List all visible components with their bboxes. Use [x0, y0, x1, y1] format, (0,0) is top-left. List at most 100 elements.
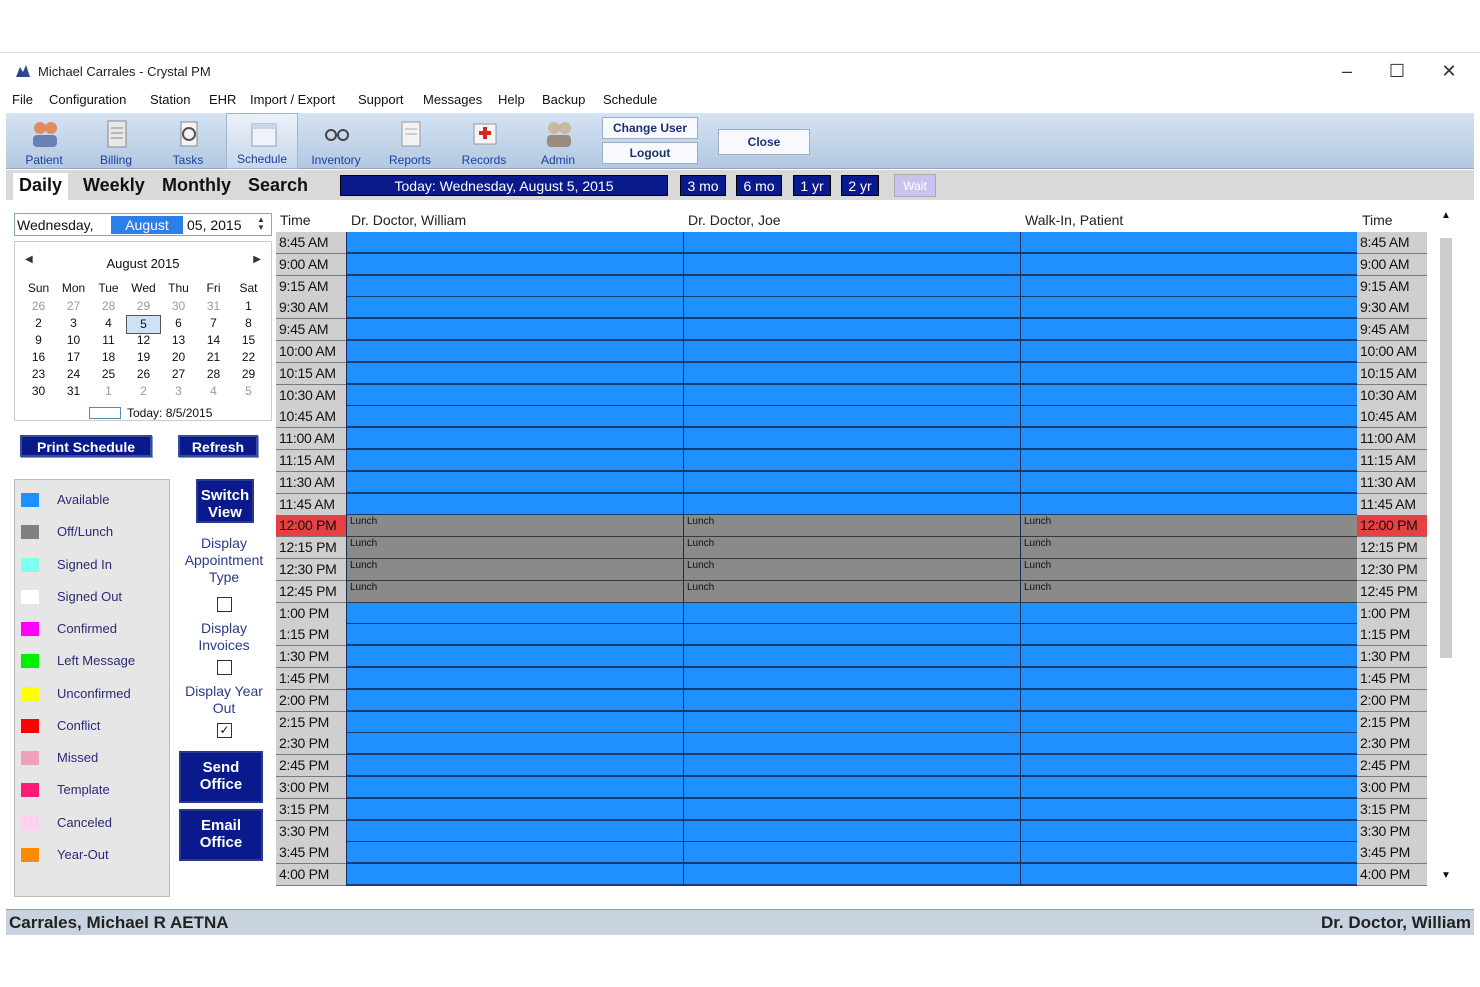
appointment-slot[interactable] — [683, 428, 1020, 451]
appointment-slot[interactable] — [1020, 646, 1357, 669]
appointment-slot[interactable] — [683, 755, 1020, 778]
appointment-slot[interactable] — [683, 297, 1020, 320]
toolbar-tasks[interactable]: Tasks — [152, 113, 224, 169]
calendar-day[interactable]: 9 — [21, 332, 56, 349]
maximize-icon[interactable]: ☐ — [1372, 57, 1422, 85]
appointment-slot[interactable] — [1020, 362, 1357, 385]
calendar-day[interactable]: 4 — [196, 383, 231, 400]
appointment-slot[interactable] — [346, 733, 683, 756]
appointment-slot[interactable] — [346, 471, 683, 494]
calendar-day[interactable]: 21 — [196, 349, 231, 366]
logout-button[interactable]: Logout — [602, 142, 698, 164]
calendar-day[interactable]: 1 — [91, 383, 126, 400]
calendar-day[interactable]: 5 — [231, 383, 266, 400]
appointment-slot[interactable] — [346, 384, 683, 407]
lunch-slot[interactable]: Lunch — [683, 559, 1020, 581]
appointment-slot[interactable] — [683, 820, 1020, 843]
appointment-slot[interactable] — [1020, 864, 1357, 887]
calendar-day[interactable]: 3 — [56, 315, 91, 332]
calendar-day[interactable]: 19 — [126, 349, 161, 366]
calendar-day[interactable]: 20 — [161, 349, 196, 366]
calendar-day[interactable]: 8 — [231, 315, 266, 332]
appointment-slot[interactable] — [1020, 755, 1357, 778]
calendar-day[interactable]: 1 — [231, 298, 266, 315]
calendar-day[interactable]: 30 — [21, 383, 56, 400]
today-label[interactable]: Today: Wednesday, August 5, 2015 — [340, 175, 668, 196]
appointment-slot[interactable] — [346, 668, 683, 690]
appointment-slot[interactable] — [1020, 668, 1357, 690]
range-3mo-button[interactable]: 3 mo — [680, 175, 726, 196]
calendar-day[interactable]: 23 — [21, 366, 56, 383]
calendar-day[interactable]: 12 — [126, 332, 161, 349]
appointment-slot[interactable] — [346, 842, 683, 865]
appointment-slot[interactable] — [683, 471, 1020, 494]
calendar-day[interactable]: 28 — [91, 298, 126, 315]
toolbar-billing[interactable]: Billing — [80, 113, 152, 169]
appointment-slot[interactable] — [1020, 820, 1357, 843]
appointment-slot[interactable] — [683, 842, 1020, 865]
calendar-day[interactable]: 30 — [161, 298, 196, 315]
calendar-day[interactable]: 18 — [91, 349, 126, 366]
appointment-slot[interactable] — [1020, 777, 1357, 799]
appointment-slot[interactable] — [1020, 253, 1357, 276]
appointment-slot[interactable] — [346, 341, 683, 363]
appointment-slot[interactable] — [683, 711, 1020, 734]
appointment-slot[interactable] — [1020, 406, 1357, 429]
appointment-slot[interactable] — [683, 798, 1020, 821]
appointment-slot[interactable] — [346, 777, 683, 799]
toolbar-reports[interactable]: Reports — [374, 113, 446, 169]
calendar-day[interactable]: 29 — [231, 366, 266, 383]
lunch-slot[interactable]: Lunch — [346, 559, 683, 581]
menu-configuration[interactable]: Configuration — [49, 92, 126, 107]
appointment-slot[interactable] — [683, 275, 1020, 298]
calendar-day[interactable]: 4 — [91, 315, 126, 332]
menu-messages[interactable]: Messages — [423, 92, 482, 107]
appointment-slot[interactable] — [346, 689, 683, 712]
calendar-day[interactable]: 26 — [126, 366, 161, 383]
wait-button[interactable]: Wait — [894, 174, 936, 197]
menu-support[interactable]: Support — [358, 92, 404, 107]
lunch-slot[interactable]: Lunch — [346, 580, 683, 603]
appointment-slot[interactable] — [683, 624, 1020, 647]
appointment-slot[interactable] — [346, 755, 683, 778]
appointment-slot[interactable] — [1020, 341, 1357, 363]
menu-backup[interactable]: Backup — [542, 92, 585, 107]
calendar-day[interactable]: 7 — [196, 315, 231, 332]
calendar-day[interactable]: 15 — [231, 332, 266, 349]
appointment-slot[interactable] — [683, 319, 1020, 342]
tab-daily[interactable]: Daily — [13, 173, 69, 201]
appointment-slot[interactable] — [346, 820, 683, 843]
refresh-button[interactable]: Refresh — [178, 435, 258, 457]
appointment-slot[interactable] — [683, 406, 1020, 429]
calendar-day[interactable]: 26 — [21, 298, 56, 315]
appointment-slot[interactable] — [1020, 319, 1357, 342]
calendar-day[interactable]: 2 — [126, 383, 161, 400]
toolbar-patient[interactable]: Patient — [8, 113, 80, 169]
appointment-slot[interactable] — [346, 297, 683, 320]
email-office-button[interactable]: Email Office — [179, 809, 263, 861]
lunch-slot[interactable]: Lunch — [1020, 559, 1357, 581]
appointment-slot[interactable] — [683, 733, 1020, 756]
lunch-slot[interactable]: Lunch — [1020, 515, 1357, 538]
send-office-button[interactable]: Send Office — [179, 751, 263, 803]
calendar-day[interactable]: 28 — [196, 366, 231, 383]
appointment-slot[interactable] — [683, 253, 1020, 276]
appointment-slot[interactable] — [346, 253, 683, 276]
appointment-slot[interactable] — [346, 493, 683, 516]
appointment-slot[interactable] — [346, 450, 683, 472]
calendar-day[interactable]: 25 — [91, 366, 126, 383]
appointment-slot[interactable] — [683, 602, 1020, 625]
menu-station[interactable]: Station — [150, 92, 190, 107]
calendar-day[interactable]: 27 — [161, 366, 196, 383]
appointment-slot[interactable] — [683, 777, 1020, 799]
appointment-slot[interactable] — [1020, 384, 1357, 407]
calendar-day[interactable]: 10 — [56, 332, 91, 349]
appointment-slot[interactable] — [1020, 450, 1357, 472]
appointment-slot[interactable] — [346, 602, 683, 625]
calendar-day[interactable]: 11 — [91, 332, 126, 349]
menu-file[interactable]: File — [12, 92, 33, 107]
menu-ehr[interactable]: EHR — [209, 92, 236, 107]
appointment-slot[interactable] — [1020, 689, 1357, 712]
scroll-down-icon[interactable]: ▼ — [1441, 870, 1451, 881]
date-month[interactable]: August — [111, 216, 183, 234]
